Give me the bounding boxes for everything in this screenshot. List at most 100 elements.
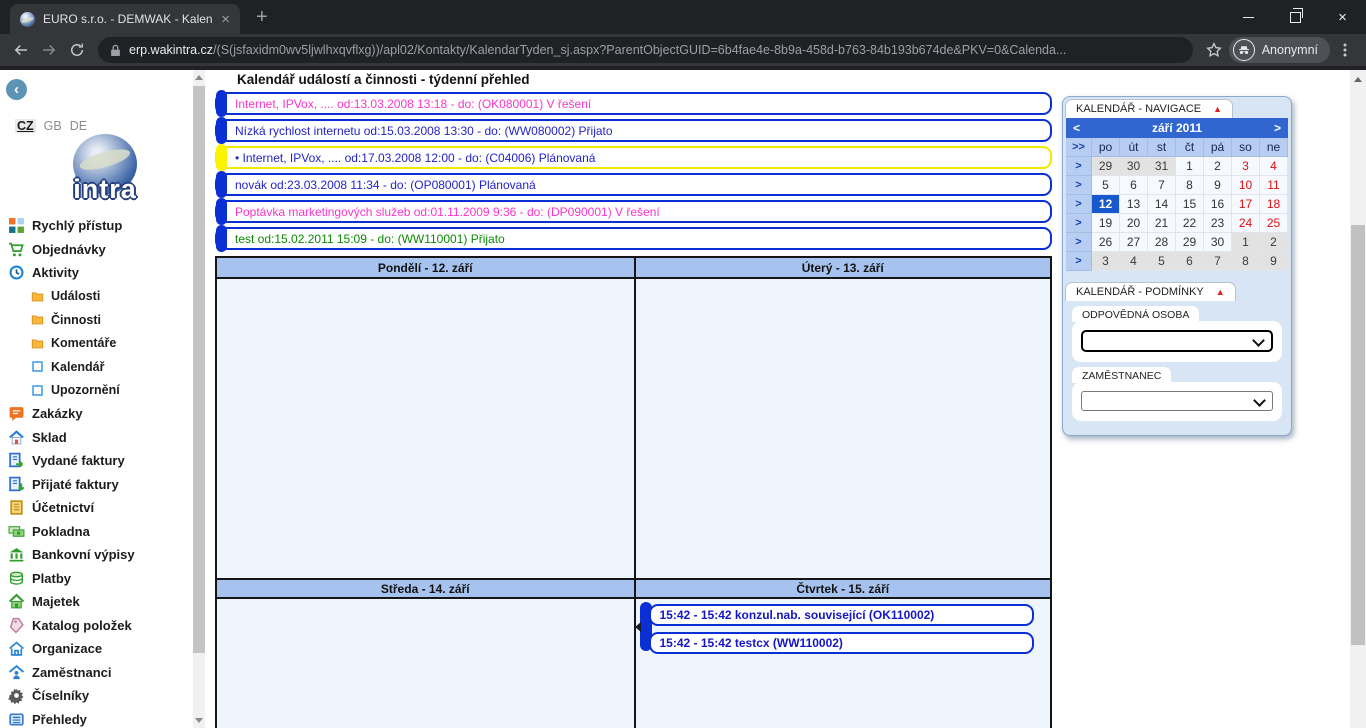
fast-forward-button[interactable]: >>	[1066, 138, 1092, 157]
mini-calendar-day[interactable]: 8	[1176, 176, 1204, 195]
mini-calendar-day[interactable]: 28	[1148, 233, 1176, 252]
event-item[interactable]: • Internet, IPVox, .... od:17.03.2008 12…	[215, 146, 1052, 169]
sidebar-item[interactable]: Přehledy	[0, 708, 192, 728]
sidebar-scrollbar[interactable]	[193, 70, 205, 728]
mini-calendar-day[interactable]: 2	[1260, 233, 1288, 252]
sidebar-item[interactable]: Zakázky	[0, 402, 192, 426]
sidebar-item[interactable]: Účetnictví	[0, 496, 192, 520]
calendar-event[interactable]: 15:42 - 15:42 testcx (WW110002)	[649, 632, 1035, 654]
prev-month-button[interactable]: <	[1073, 121, 1080, 135]
sidebar-item[interactable]: Bankovní výpisy	[0, 543, 192, 567]
intra-logo[interactable]: intra	[50, 134, 160, 205]
mini-calendar-day[interactable]: 16	[1204, 195, 1232, 214]
sidebar-scrollbar-thumb[interactable]	[193, 86, 205, 653]
sidebar-item[interactable]: Přijaté faktury	[0, 473, 192, 497]
mini-calendar-day[interactable]: 10	[1232, 176, 1260, 195]
refresh-button[interactable]	[64, 37, 90, 63]
minimize-button[interactable]	[1225, 0, 1272, 34]
mini-calendar-day[interactable]: 21	[1148, 214, 1176, 233]
mini-calendar-day[interactable]: 24	[1232, 214, 1260, 233]
day-cell-wednesday[interactable]	[217, 599, 634, 728]
sidebar-item[interactable]: Pokladna	[0, 520, 192, 544]
mini-calendar-day[interactable]: 4	[1260, 157, 1288, 176]
browser-menu-button[interactable]	[1332, 37, 1358, 63]
day-cell-monday[interactable]	[217, 279, 634, 578]
event-item[interactable]: test od:15.02.2011 15:09 - do: (WW110001…	[215, 227, 1052, 250]
language-link-de[interactable]: DE	[70, 119, 87, 133]
day-cell-tuesday[interactable]	[634, 279, 1051, 578]
sidebar-item[interactable]: Komentáře	[0, 332, 192, 356]
collapse-triangle-icon[interactable]: ▲	[1213, 105, 1222, 114]
select-week-button[interactable]: >	[1066, 195, 1092, 214]
event-item[interactable]: Internet, IPVox, .... od:13.03.2008 13:1…	[215, 92, 1052, 115]
mini-calendar-day[interactable]: 25	[1260, 214, 1288, 233]
select-week-button[interactable]: >	[1066, 157, 1092, 176]
mini-calendar-day[interactable]: 5	[1092, 176, 1120, 195]
mini-calendar-day[interactable]: 1	[1176, 157, 1204, 176]
event-item[interactable]: Poptávka marketingových služeb od:01.11.…	[215, 200, 1052, 223]
select-week-button[interactable]: >	[1066, 252, 1092, 271]
calendar-event[interactable]: 15:42 - 15:42 konzul.nab. související (O…	[649, 604, 1035, 626]
select-week-button[interactable]: >	[1066, 214, 1092, 233]
mini-calendar-day[interactable]: 22	[1176, 214, 1204, 233]
tab-close-icon[interactable]: ×	[221, 12, 230, 27]
mini-calendar-day[interactable]: 6	[1120, 176, 1148, 195]
scroll-up-icon[interactable]	[195, 75, 203, 80]
mini-calendar-day[interactable]: 13	[1120, 195, 1148, 214]
mini-calendar-day[interactable]: 29	[1176, 233, 1204, 252]
sidebar-item[interactable]: Objednávky	[0, 238, 192, 262]
mini-calendar-day[interactable]: 30	[1204, 233, 1232, 252]
select-week-button[interactable]: >	[1066, 233, 1092, 252]
mini-calendar-day[interactable]: 12	[1092, 195, 1120, 214]
sidebar-item[interactable]: Platby	[0, 567, 192, 591]
sidebar-item[interactable]: Majetek	[0, 590, 192, 614]
mini-calendar-day[interactable]: 15	[1176, 195, 1204, 214]
main-scrollbar-thumb[interactable]	[1351, 225, 1365, 645]
mini-calendar-day[interactable]: 27	[1120, 233, 1148, 252]
scroll-down-icon[interactable]	[195, 718, 203, 723]
mini-calendar-day[interactable]: 19	[1092, 214, 1120, 233]
mini-calendar-day[interactable]: 20	[1120, 214, 1148, 233]
mini-calendar-day[interactable]: 6	[1176, 252, 1204, 271]
mini-calendar-day[interactable]: 17	[1232, 195, 1260, 214]
event-item[interactable]: novák od:23.03.2008 11:34 - do: (OP08000…	[215, 173, 1052, 196]
close-button[interactable]: ×	[1319, 0, 1366, 34]
event-item[interactable]: Nízká rychlost internetu od:15.03.2008 1…	[215, 119, 1052, 142]
sidebar-item[interactable]: Události	[0, 285, 192, 309]
mini-calendar-day[interactable]: 1	[1232, 233, 1260, 252]
sidebar-item[interactable]: Sklad	[0, 426, 192, 450]
select-week-button[interactable]: >	[1066, 176, 1092, 195]
incognito-profile-badge[interactable]: Anonymní	[1229, 37, 1330, 63]
restore-button[interactable]	[1272, 0, 1319, 34]
sidebar-item[interactable]: Činnosti	[0, 308, 192, 332]
sidebar-item[interactable]: Zaměstnanci	[0, 661, 192, 685]
day-cell-thursday[interactable]: 15:42 - 15:42 konzul.nab. související (O…	[634, 599, 1051, 728]
mini-calendar-day[interactable]: 5	[1148, 252, 1176, 271]
language-link-cz[interactable]: CZ	[15, 119, 36, 133]
sidebar-item[interactable]: Katalog položek	[0, 614, 192, 638]
sidebar-item[interactable]: Rychlý přístup	[0, 214, 192, 238]
mini-calendar-day[interactable]: 7	[1204, 252, 1232, 271]
forward-button[interactable]	[36, 37, 62, 63]
sidebar-item[interactable]: Číselníky	[0, 684, 192, 708]
back-button[interactable]	[8, 37, 34, 63]
mini-calendar-day[interactable]: 8	[1232, 252, 1260, 271]
sidebar-item[interactable]: Upozornění	[0, 379, 192, 403]
collapse-triangle-icon[interactable]: ▲	[1216, 288, 1225, 297]
mini-calendar-day[interactable]: 31	[1148, 157, 1176, 176]
sidebar-item[interactable]: Organizace	[0, 637, 192, 661]
next-month-button[interactable]: >	[1274, 121, 1281, 135]
mini-calendar-day[interactable]: 3	[1232, 157, 1260, 176]
responsible-person-select[interactable]	[1081, 330, 1273, 352]
mini-calendar-day[interactable]: 7	[1148, 176, 1176, 195]
mini-calendar-day[interactable]: 23	[1204, 214, 1232, 233]
mini-calendar-day[interactable]: 2	[1204, 157, 1232, 176]
mini-calendar-day[interactable]: 9	[1204, 176, 1232, 195]
bookmark-star-button[interactable]	[1201, 37, 1227, 63]
mini-calendar-day[interactable]: 29	[1092, 157, 1120, 176]
calendar-conditions-header[interactable]: KALENDÁŘ - PODMÍNKY ▲	[1065, 282, 1236, 301]
address-bar[interactable]: erp.wakintra.cz/(S(jsfaxidm0wv5ljwlhxqvf…	[98, 37, 1193, 63]
sidebar-item[interactable]: Vydané faktury	[0, 449, 192, 473]
scroll-up-icon[interactable]	[1354, 77, 1362, 82]
language-link-gb[interactable]: GB	[44, 119, 62, 133]
